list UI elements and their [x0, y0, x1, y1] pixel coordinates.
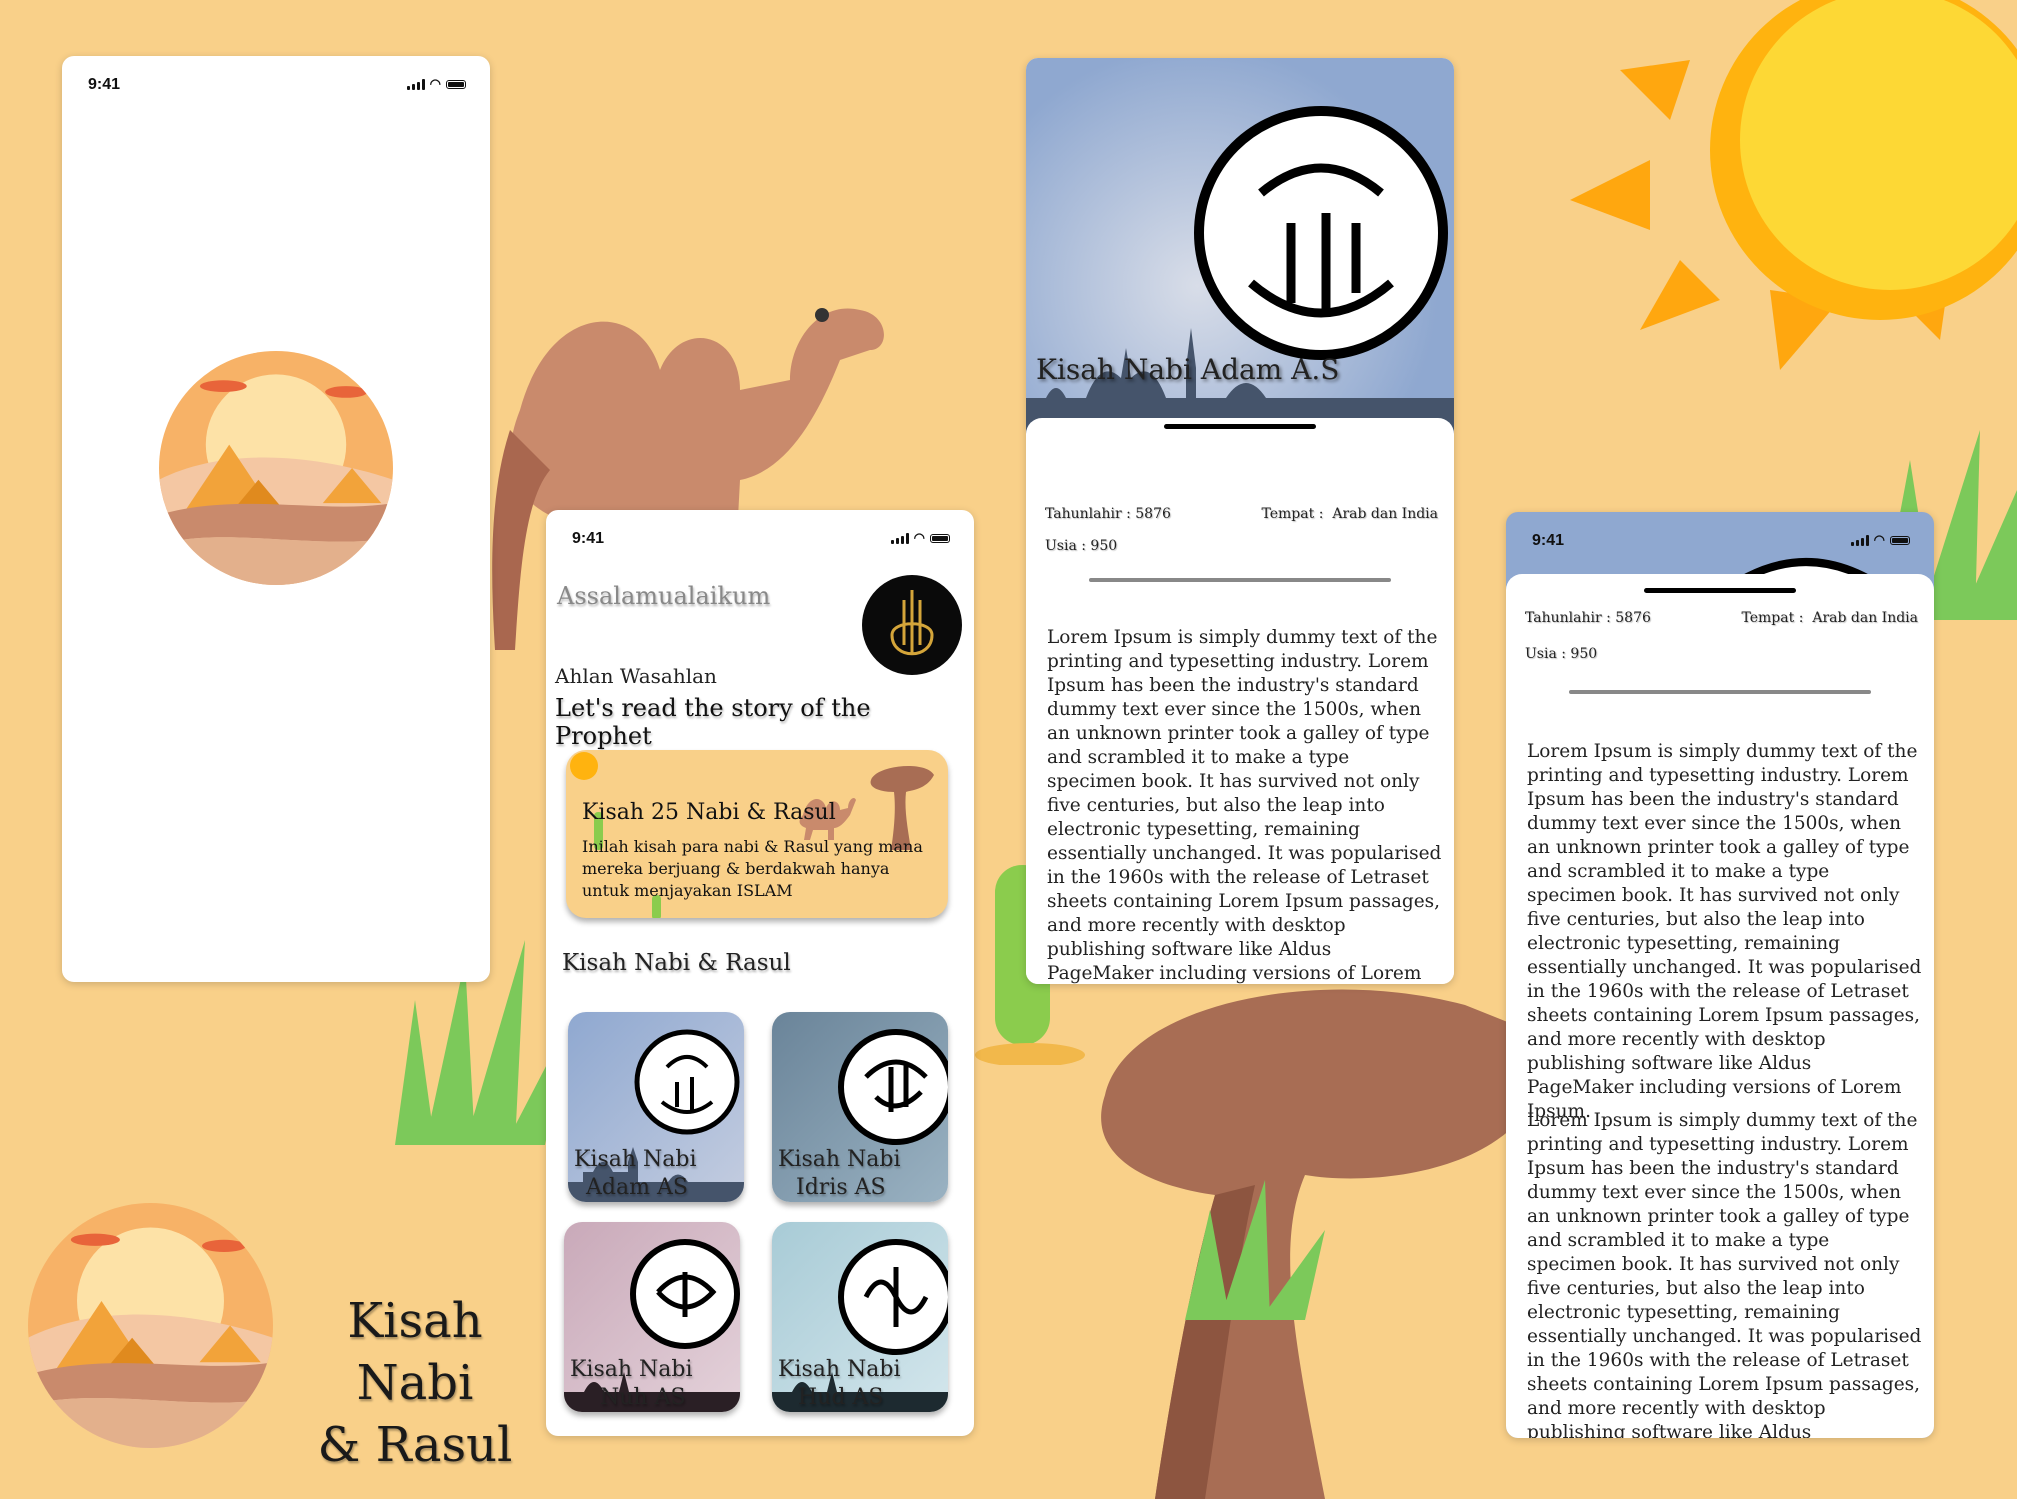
place: Tempat : Arab dan India [1262, 506, 1439, 522]
brand-title: Kisah Nabi & Rasul [290, 1290, 540, 1476]
banner-description: Inilah kisah para nabi & Rasul yang mana… [582, 837, 923, 900]
prophet-card-nuh[interactable]: Kisah Nabi Nuh AS [564, 1222, 740, 1412]
profile-avatar[interactable] [862, 575, 962, 675]
prophet-card-idris[interactable]: Kisah Nabi Idris AS [772, 1012, 948, 1202]
calligraphy-adam-icon [634, 1029, 740, 1135]
place-value: Arab dan India [1812, 610, 1918, 626]
age: Usia : 950 [1525, 646, 1598, 662]
prophet-card-label: Kisah Nabi Hud AS [778, 1356, 901, 1412]
birth-year: Tahunlahir : 5876 [1525, 610, 1651, 626]
divider [1089, 578, 1391, 582]
status-time: 9:41 [1532, 532, 1565, 549]
signal-icon [406, 78, 425, 90]
status-bar: 9:41 ◠ [62, 56, 490, 106]
prophet-card-label: Kisah Nabi Adam AS [574, 1146, 697, 1202]
wifi-icon: ◠ [429, 76, 441, 91]
story-paragraph: Lorem Ipsum is simply dummy text of the … [1527, 741, 1922, 1122]
calligraphy-logo-icon [890, 590, 934, 656]
story-paragraph: Lorem Ipsum is simply dummy text of the … [1047, 627, 1442, 984]
place-value: Arab dan India [1332, 506, 1438, 522]
banner-title: Kisah 25 Nabi & Rasul [582, 800, 836, 825]
detail-sheet: Tahunlahir : 5876 Tempat : Arab dan Indi… [1026, 418, 1454, 984]
section-title: Kisah Nabi & Rasul [562, 950, 791, 976]
brand-title-line1: Kisah Nabi [347, 1293, 483, 1411]
status-time: 9:41 [88, 76, 121, 93]
signal-icon [890, 532, 909, 544]
detail-header-image: Kisah Nabi Adam A.S [1026, 58, 1454, 438]
sheet-handle[interactable] [1644, 588, 1796, 593]
divider [1569, 690, 1871, 694]
prophet-card-label-line1: Kisah Nabi [574, 1147, 697, 1172]
prophet-card-label-line1: Kisah Nabi [778, 1357, 901, 1382]
welcome-text: Ahlan Wasahlan [555, 664, 717, 688]
status-time: 9:41 [572, 530, 605, 547]
sun-illustration [1570, 0, 2017, 370]
calligraphy-nuh-icon [630, 1239, 740, 1349]
prophet-card-label-line2: Adam AS [586, 1175, 688, 1200]
home-screen: 9:41 ◠ Assalamualaikum Ahlan Wasahlan Le… [546, 510, 974, 1436]
birth-year: Tahunlahir : 5876 [1045, 506, 1171, 522]
headline-text: Let's read the story of the Prophet [555, 694, 871, 750]
detail-title: Kisah Nabi Adam A.S [1036, 353, 1340, 386]
detail-scrolled-screen: 9:41 ◠ Tahunlahir : 5876 Tempat : Arab d… [1506, 512, 1934, 1438]
place-label: Tempat : [1261, 506, 1324, 522]
story-paragraph-2: Lorem Ipsum is simply dummy text of the … [1527, 1110, 1922, 1438]
place: Tempat : Arab dan India [1742, 610, 1919, 626]
calligraphy-hud-icon [838, 1239, 948, 1355]
prophet-card-label: Kisah Nabi Idris AS [778, 1146, 901, 1202]
detail-sheet: Tahunlahir : 5876 Tempat : Arab dan Indi… [1506, 574, 1934, 1438]
prophet-card-label-line2: Nuh AS [600, 1385, 686, 1410]
age: Usia : 950 [1045, 538, 1118, 554]
splash-logo-desert-icon [159, 351, 393, 585]
prophet-card-label: Kisah Nabi Nuh AS [570, 1356, 693, 1412]
banner-card[interactable]: Kisah 25 Nabi & Rasul Inilah kisah para … [566, 750, 948, 918]
grass-bottom-illustration [1185, 1180, 1325, 1320]
wifi-icon: ◠ [913, 530, 925, 545]
sun-icon [570, 752, 598, 780]
status-bar: 9:41 ◠ [546, 510, 974, 560]
prophet-card-label-line2: Idris AS [796, 1175, 886, 1200]
battery-icon [446, 79, 466, 89]
prophet-card-adam[interactable]: Kisah Nabi Adam AS [568, 1012, 744, 1202]
sheet-handle[interactable] [1164, 424, 1316, 429]
app-logo-desert-icon [28, 1203, 273, 1448]
splash-screen: 9:41 ◠ [62, 56, 490, 982]
greeting-text: Assalamualaikum [557, 582, 771, 610]
brand-title-line2: & Rasul [317, 1417, 513, 1473]
calligraphy-idris-icon [838, 1029, 948, 1145]
prophet-card-hud[interactable]: Kisah Nabi Hud AS [772, 1222, 948, 1412]
battery-icon [930, 533, 950, 543]
place-label: Tempat : [1741, 610, 1804, 626]
detail-screen: Kisah Nabi Adam A.S Tahunlahir : 5876 Te… [1026, 58, 1454, 984]
prophet-card-label-line1: Kisah Nabi [778, 1147, 901, 1172]
prophet-card-label-line1: Kisah Nabi [570, 1357, 693, 1382]
prophet-card-label-line2: Hud AS [798, 1385, 884, 1410]
